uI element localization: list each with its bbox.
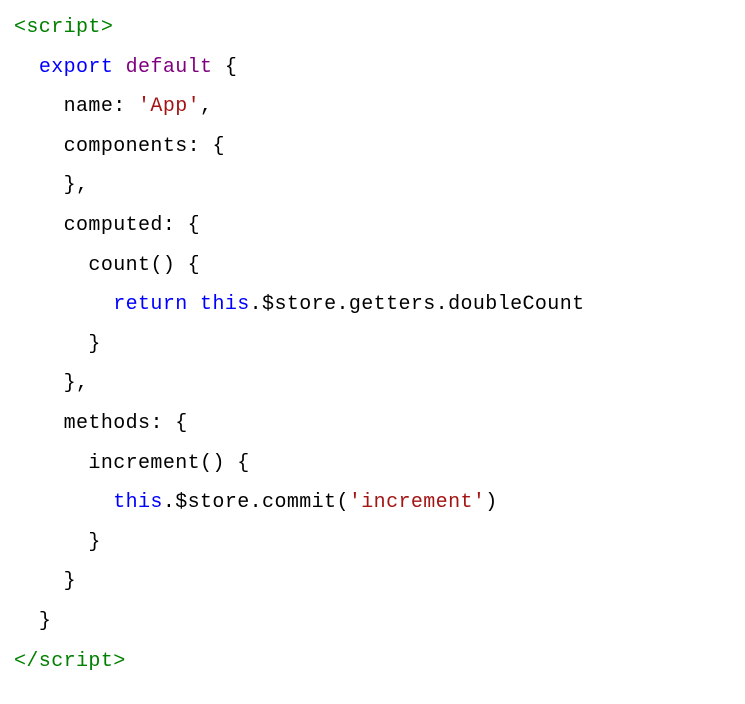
code-token: : {: [150, 412, 187, 435]
code-token: }: [88, 333, 100, 356]
code-token: 'increment': [349, 491, 485, 514]
code-token: () {: [200, 452, 250, 475]
code-token: count: [88, 254, 150, 277]
code-token: () {: [150, 254, 200, 277]
code-line: return this.$store.getters.doubleCount: [14, 293, 585, 316]
code-line: computed: {: [14, 214, 200, 237]
code-token: }: [88, 531, 100, 554]
code-token: return: [113, 293, 200, 316]
code-token: }: [64, 570, 76, 593]
code-line: methods: {: [14, 412, 188, 435]
code-line: count() {: [14, 254, 200, 277]
code-line: }: [14, 610, 51, 633]
code-token: {: [225, 56, 237, 79]
code-token: }: [39, 610, 51, 633]
code-line: }: [14, 570, 76, 593]
code-token: name: [64, 95, 114, 118]
code-token: },: [64, 372, 89, 395]
code-line: }: [14, 531, 101, 554]
code-token: </script>: [14, 650, 126, 673]
code-token: ,: [200, 95, 212, 118]
code-snippet: <script> export default { name: 'App', c…: [14, 8, 745, 681]
code-token: default: [126, 56, 225, 79]
code-line: this.$store.commit('increment'): [14, 491, 498, 514]
code-token: :: [113, 95, 138, 118]
code-line: components: {: [14, 135, 225, 158]
code-line: }: [14, 333, 101, 356]
code-line: increment() {: [14, 452, 250, 475]
code-token: : {: [188, 135, 225, 158]
code-token: <script>: [14, 16, 113, 39]
code-line: },: [14, 372, 88, 395]
code-token: this: [200, 293, 250, 316]
code-line: <script>: [14, 16, 113, 39]
code-line: },: [14, 174, 88, 197]
code-token: .$store.getters.doubleCount: [250, 293, 585, 316]
code-token: increment: [88, 452, 200, 475]
code-token: .$store.commit(: [163, 491, 349, 514]
code-token: },: [64, 174, 89, 197]
code-token: methods: [64, 412, 151, 435]
code-token: components: [64, 135, 188, 158]
code-token: ): [485, 491, 497, 514]
code-token: computed: [64, 214, 163, 237]
code-token: export: [39, 56, 126, 79]
code-line: name: 'App',: [14, 95, 212, 118]
code-token: this: [113, 491, 163, 514]
code-token: : {: [163, 214, 200, 237]
code-line: </script>: [14, 650, 126, 673]
code-line: export default {: [14, 56, 237, 79]
code-token: 'App': [138, 95, 200, 118]
